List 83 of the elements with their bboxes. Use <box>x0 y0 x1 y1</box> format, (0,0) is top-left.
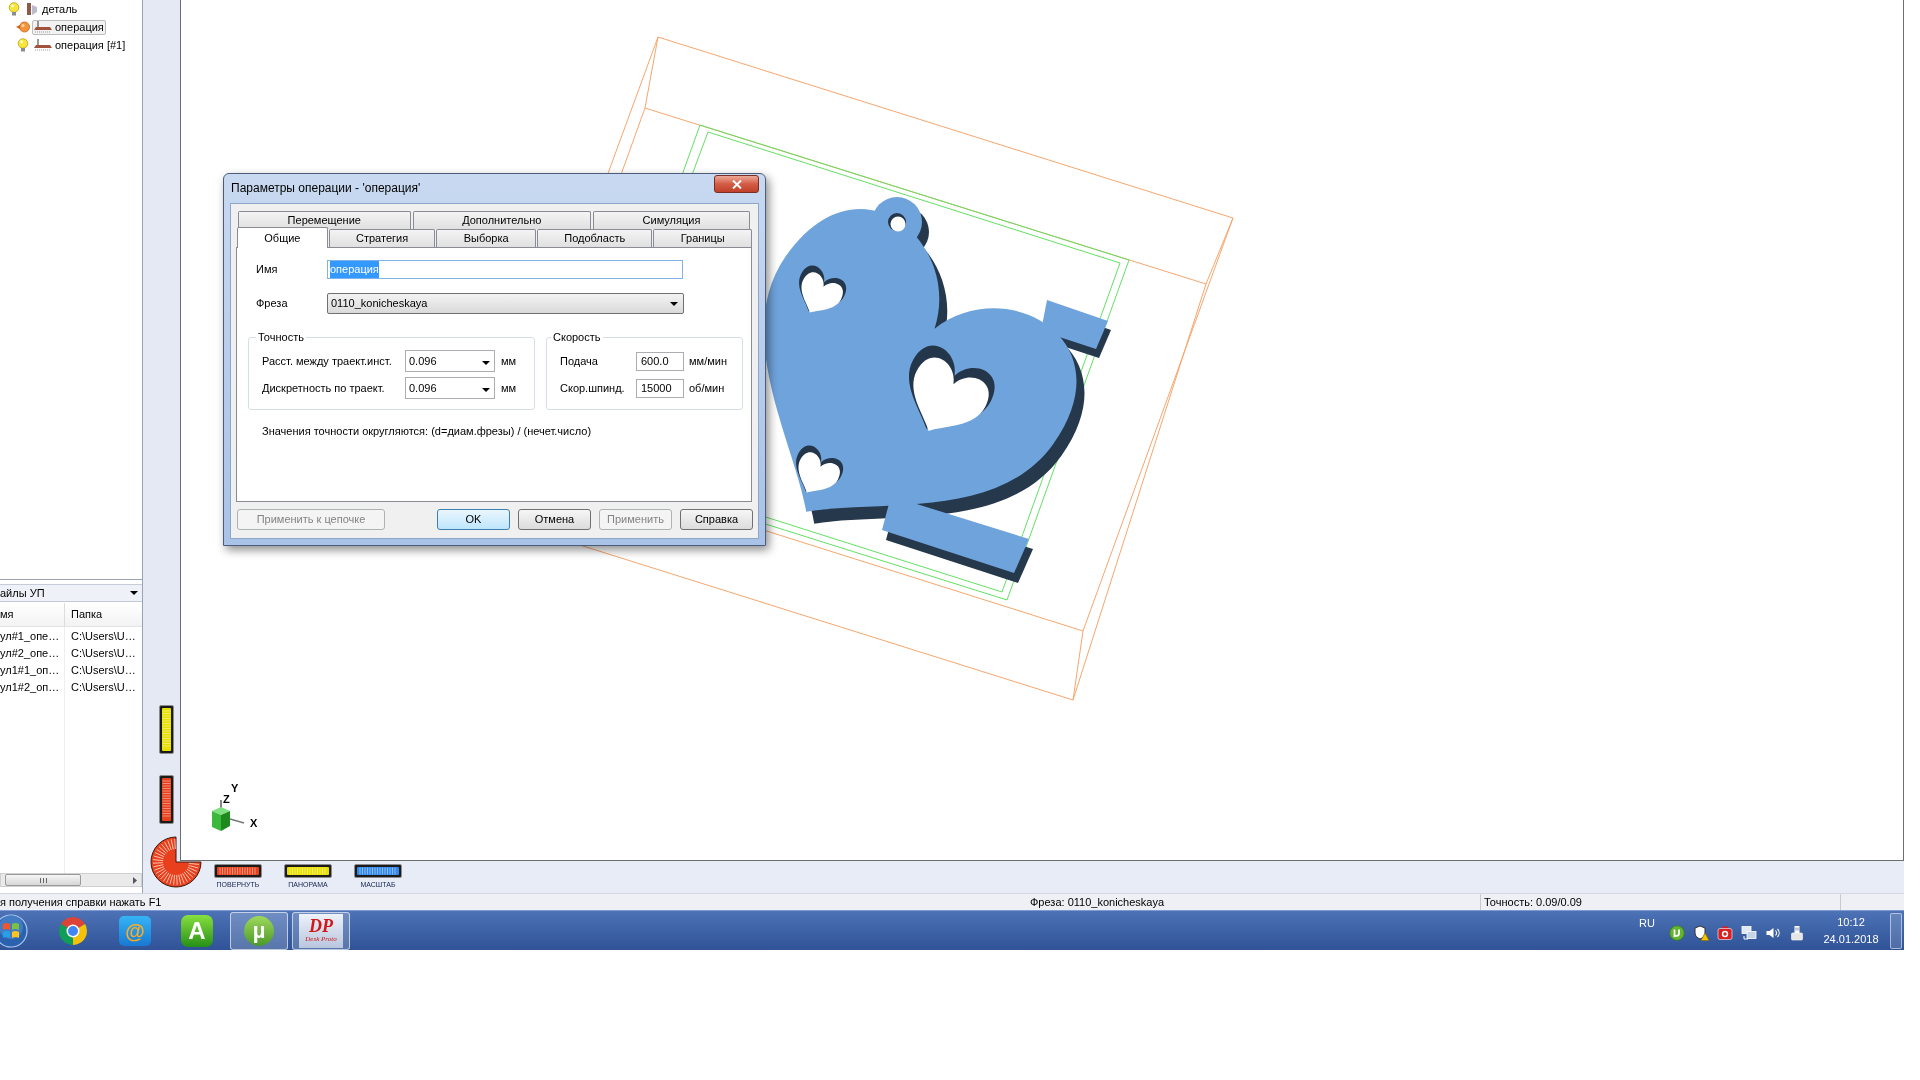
app-logo: µ <box>244 915 274 946</box>
caret-icon <box>482 388 490 392</box>
arrow-right-icon[interactable] <box>133 876 137 884</box>
tab[interactable]: Выборка <box>436 229 536 247</box>
part-icon <box>25 2 39 16</box>
group-title: Скорость <box>552 331 602 344</box>
table-cell-text: C:\Users\U… <box>71 663 137 679</box>
bulb-icon[interactable] <box>16 21 30 33</box>
unit-label: мм <box>501 353 517 369</box>
unit-label: мм/мин <box>689 353 727 369</box>
table-cell-text: ул#1_опе… <box>0 629 61 645</box>
tab[interactable]: Общие <box>237 227 328 248</box>
table-cell-text: C:\Users\U… <box>71 680 137 696</box>
close-icon <box>731 179 742 189</box>
value-dropdown[interactable]: 0.096 <box>405 377 495 399</box>
show-desktop-button[interactable] <box>1890 912 1902 949</box>
field-label: Фреза <box>256 296 289 312</box>
field-label: Имя <box>256 262 279 278</box>
field-label: Дискретность по траект. <box>261 380 386 396</box>
caret-icon <box>482 361 490 365</box>
close-button[interactable] <box>714 175 759 193</box>
table-cell-text: C:\Users\U… <box>71 646 137 662</box>
tab[interactable]: Границы <box>653 229 752 247</box>
unit-label: мм <box>501 380 517 396</box>
camera-icon[interactable] <box>1717 924 1733 941</box>
value-dropdown[interactable]: 0.096 <box>405 350 495 372</box>
tab[interactable]: Симуляция <box>592 211 750 229</box>
app-logo: A <box>181 914 213 947</box>
tree-item[interactable]: операция <box>32 19 106 35</box>
language-indicator[interactable]: RU <box>1639 917 1655 930</box>
dialog-button[interactable]: Справка <box>680 509 753 530</box>
axis-label: X <box>250 818 258 829</box>
logo-text: DP <box>309 918 333 935</box>
field-label: Расст. между траект.инст. <box>261 353 393 369</box>
axis-label: Z <box>223 794 230 805</box>
caret-icon <box>670 301 678 306</box>
status-text: Фреза: 0110_konicheskaya <box>1030 894 1165 910</box>
dialog-button[interactable]: OK <box>437 509 510 530</box>
field-label: Подача <box>559 353 599 369</box>
table-cell-text: C:\Users\U… <box>71 629 137 645</box>
unit-label: об/мин <box>689 380 725 396</box>
app-logo: @ <box>119 915 151 946</box>
cutter-block-icon <box>34 21 52 33</box>
grip-icon <box>39 877 47 883</box>
caret-icon <box>130 591 138 595</box>
round-logo-icon[interactable] <box>1669 924 1685 941</box>
tab[interactable]: Подобласть <box>536 229 653 247</box>
table-cell-text: ул#2_опе… <box>0 646 61 662</box>
clock[interactable]: 10:12 24.01.2018 <box>1818 913 1884 948</box>
cutter-dropdown[interactable]: 0110_konicheskaya <box>327 293 684 314</box>
shield-warning-icon[interactable] <box>1693 924 1709 941</box>
window-title: Параметры операции - 'операция' <box>231 181 421 196</box>
bulb-icon[interactable] <box>7 2 21 16</box>
dialog-button[interactable]: Отмена <box>518 509 591 530</box>
network-icon[interactable] <box>1741 924 1757 941</box>
status-text: Точность: 0.09/0.09 <box>1484 894 1582 910</box>
table-cell-text: ул1#2_оп… <box>0 680 61 696</box>
hint-text: Значения точности округляются: (d=диам.фрезы) / (нечет.число) <box>261 425 593 438</box>
value-field[interactable]: 15000 <box>636 378 684 398</box>
dial-icon[interactable] <box>150 836 202 888</box>
axis-label: Y <box>231 783 239 794</box>
field-label: Скор.шпинд. <box>559 380 626 396</box>
panel-dropdown[interactable]: айлы УП <box>0 584 142 602</box>
tab[interactable]: Дополнительно <box>412 211 591 229</box>
thumbwheel-icon[interactable] <box>159 775 174 824</box>
group-title: Точность <box>257 331 305 344</box>
value-field[interactable]: 600.0 <box>636 351 684 371</box>
tree-item[interactable]: операция [#1] <box>32 37 128 53</box>
tree-item[interactable]: деталь <box>23 1 80 17</box>
tab[interactable]: Стратегия <box>328 229 436 247</box>
horizontal-scrollbar[interactable] <box>0 873 142 887</box>
circle-logo-icon <box>58 915 88 946</box>
bulb-icon[interactable] <box>16 38 30 52</box>
cutter-block-icon <box>34 39 52 51</box>
tab[interactable]: Перемещение <box>238 211 411 229</box>
status-text: я получения справки нажать F1 <box>0 894 162 910</box>
orb-icon <box>0 913 30 948</box>
table-cell-text: ул1#1_оп… <box>0 663 61 679</box>
scrollbar-thumb[interactable] <box>5 874 81 886</box>
column-header[interactable]: Папка <box>65 603 142 626</box>
thumbwheel-icon[interactable] <box>159 705 174 754</box>
column-header[interactable]: мя <box>0 603 65 626</box>
device-icon[interactable] <box>1789 924 1805 941</box>
